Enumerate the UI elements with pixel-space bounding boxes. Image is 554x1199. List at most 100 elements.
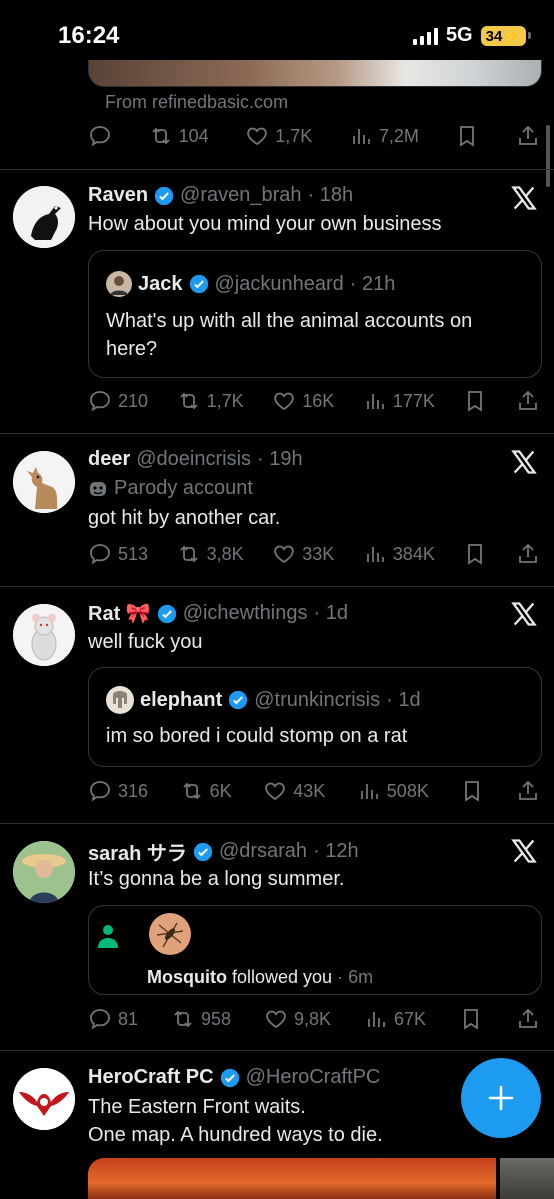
author-name[interactable]: sarah サラ — [88, 837, 187, 866]
divider — [0, 169, 554, 170]
author-name[interactable]: deer — [88, 448, 130, 471]
share-button[interactable] — [516, 1007, 540, 1031]
author-handle[interactable]: @raven_brah — [180, 184, 301, 207]
divider — [0, 586, 554, 587]
avatar[interactable] — [13, 451, 75, 513]
reply-icon — [90, 1009, 110, 1030]
post-time: · 19h — [257, 448, 303, 470]
views-icon — [368, 1012, 385, 1027]
notification-text: Mosquito followed you · 6m — [147, 967, 374, 987]
avatar[interactable] — [13, 841, 75, 903]
notification-card[interactable]: Mosquito followed you · 6m — [88, 905, 542, 995]
post-text-line: The Eastern Front waits. — [88, 1096, 306, 1118]
media-image[interactable] — [500, 1158, 554, 1199]
repost-button[interactable]: 6K — [180, 779, 232, 803]
repost-button[interactable]: 3,8K — [177, 542, 244, 566]
author-handle[interactable]: @ichewthings — [183, 602, 308, 625]
share-button[interactable] — [516, 779, 540, 803]
post-time: · 1d — [313, 602, 348, 624]
like-button[interactable]: 16K — [272, 389, 334, 413]
divider — [0, 1050, 554, 1051]
post-time: · 18h — [307, 184, 354, 206]
share-icon — [519, 780, 537, 800]
bookmark-button[interactable] — [455, 124, 479, 148]
quote-avatar — [106, 271, 132, 297]
share-button[interactable] — [516, 542, 540, 566]
views-button[interactable]: 177K — [363, 389, 435, 413]
author-name[interactable]: HeroCraft PC — [88, 1066, 214, 1089]
author-handle[interactable]: @HeroCraftPC — [246, 1066, 381, 1089]
bookmark-button[interactable] — [460, 779, 484, 803]
like-button[interactable]: 43K — [263, 779, 325, 803]
author-name[interactable]: Rat 🎀 — [88, 601, 151, 626]
x-logo-icon[interactable] — [510, 448, 538, 476]
x-logo-icon[interactable] — [510, 837, 538, 865]
action-bar: 104 1,7K 7,2M — [88, 124, 540, 148]
repost-icon — [174, 1010, 192, 1028]
plus-icon — [488, 1085, 514, 1111]
views-button[interactable]: 7,2M — [349, 124, 419, 148]
verified-icon — [193, 842, 213, 861]
like-button[interactable]: 9,8K — [264, 1007, 331, 1031]
heart-icon — [274, 545, 294, 564]
bookmark-button[interactable] — [463, 542, 487, 566]
reply-button[interactable]: 81 — [88, 1007, 138, 1031]
reply-icon — [90, 126, 110, 147]
post-text: got hit by another car. — [88, 507, 281, 529]
repost-button[interactable]: 104 — [149, 124, 209, 148]
reply-button[interactable] — [88, 124, 112, 148]
reply-button[interactable]: 210 — [88, 389, 148, 413]
post-text: It’s gonna be a long summer. — [88, 868, 345, 890]
views-icon — [360, 784, 378, 799]
quote-card[interactable]: elephant @trunkincrisis · 1d im so bored… — [88, 667, 542, 767]
quote-card[interactable]: Jack @jackunheard · 21h What's up with a… — [88, 250, 542, 378]
action-bar: 81 958 9,8K 67K — [88, 1007, 540, 1031]
mask-icon — [90, 481, 106, 496]
views-button[interactable]: 67K — [364, 1007, 426, 1031]
repost-icon — [179, 392, 198, 410]
link-source[interactable]: From refinedbasic.com — [105, 92, 288, 113]
like-button[interactable]: 33K — [272, 542, 334, 566]
avatar[interactable] — [13, 1068, 75, 1130]
repost-button[interactable]: 958 — [171, 1007, 231, 1031]
author-handle[interactable]: @doeincrisis — [136, 448, 251, 471]
share-button[interactable] — [516, 124, 540, 148]
views-button[interactable]: 508K — [357, 779, 429, 803]
action-bar: 513 3,8K 33K 384K — [88, 542, 540, 566]
views-button[interactable]: 384K — [363, 542, 435, 566]
divider — [0, 433, 554, 434]
bookmark-icon — [464, 1009, 478, 1030]
media-image[interactable] — [88, 60, 542, 87]
heart-icon — [274, 392, 294, 411]
repost-button[interactable]: 1,7K — [177, 389, 244, 413]
bookmark-button[interactable] — [463, 389, 487, 413]
divider — [0, 823, 554, 824]
author-name[interactable]: Raven — [88, 184, 148, 207]
avatar[interactable] — [13, 186, 75, 248]
post-header: sarah サラ @drsarah · 12h — [88, 837, 359, 866]
views-icon — [366, 394, 384, 409]
repost-icon — [179, 545, 198, 563]
scrollbar[interactable] — [546, 125, 550, 187]
views-icon — [366, 547, 384, 562]
post-text-line: One map. A hundred ways to die. — [88, 1124, 383, 1146]
reply-button[interactable]: 316 — [88, 779, 148, 803]
x-logo-icon[interactable] — [510, 184, 538, 212]
avatar[interactable] — [13, 604, 75, 666]
quote-time: · 21h — [349, 272, 396, 295]
like-button[interactable]: 1,7K — [245, 124, 312, 148]
heart-icon — [247, 127, 267, 146]
media-image[interactable] — [88, 1158, 496, 1199]
reply-button[interactable]: 513 — [88, 542, 148, 566]
quote-avatar — [106, 686, 134, 714]
action-bar: 210 1,7K 16K 177K — [88, 389, 540, 413]
author-handle[interactable]: @drsarah — [219, 840, 307, 863]
share-button[interactable] — [516, 389, 540, 413]
compose-button[interactable] — [461, 1058, 541, 1138]
share-icon — [519, 125, 537, 145]
signal-icon — [412, 27, 438, 45]
x-logo-icon[interactable] — [510, 600, 538, 628]
post-header: HeroCraft PC @HeroCraftPC — [88, 1066, 380, 1089]
bookmark-button[interactable] — [459, 1007, 483, 1031]
post-time: · 12h — [313, 840, 359, 862]
